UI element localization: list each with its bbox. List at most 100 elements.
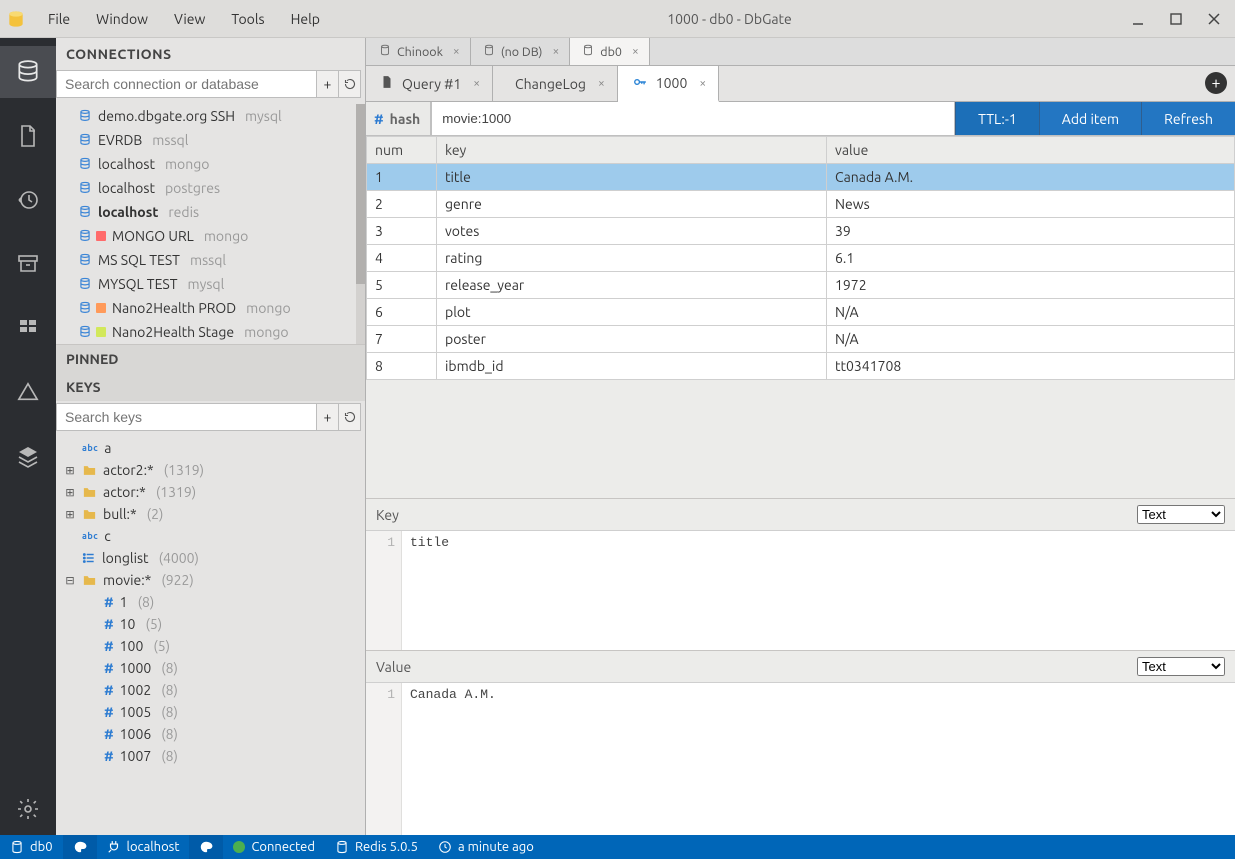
value-mode-select[interactable]: Text [1137,657,1225,676]
tab-close-icon[interactable]: × [632,45,639,58]
tree-item[interactable]: ⊞actor2:*(1319) [56,459,365,481]
tree-item[interactable]: ⊟movie:*(922) [56,569,365,591]
activity-archive-icon[interactable] [0,238,56,290]
connection-item[interactable]: Nano2Health Stagemongo [56,320,365,344]
ttl-button[interactable]: TTL:-1 [955,102,1039,135]
tree-item[interactable]: #1002(8) [56,679,365,701]
cell-key[interactable]: plot [437,299,827,326]
status-time[interactable]: a minute ago [428,835,544,859]
status-connection-state[interactable]: Connected [223,835,325,859]
activity-database-icon[interactable] [0,46,56,98]
tree-item[interactable]: #10(5) [56,613,365,635]
window-minimize-button[interactable] [1127,8,1149,30]
cell-key[interactable]: ibmdb_id [437,353,827,380]
col-key[interactable]: key [437,137,827,164]
document-tab[interactable]: Query #1× [366,66,493,101]
table-row[interactable]: 8ibmdb_idtt0341708 [367,353,1235,380]
window-maximize-button[interactable] [1165,8,1187,30]
keys-add-button[interactable]: + [317,403,339,431]
cell-value[interactable]: 6.1 [827,245,1235,272]
connection-tab[interactable]: (no DB)× [471,38,571,65]
activity-history-icon[interactable] [0,174,56,226]
table-row[interactable]: 4rating6.1 [367,245,1235,272]
tab-close-icon[interactable]: × [598,77,605,90]
table-row[interactable]: 5release_year1972 [367,272,1235,299]
cell-key[interactable]: poster [437,326,827,353]
cell-num[interactable]: 6 [367,299,437,326]
cell-key[interactable]: votes [437,218,827,245]
connections-search-input[interactable] [56,70,317,98]
cell-value[interactable]: N/A [827,326,1235,353]
activity-plugins-icon[interactable] [0,302,56,354]
tree-item[interactable]: ⊞actor:*(1319) [56,481,365,503]
value-editor[interactable]: 1 Canada A.M. [366,682,1235,835]
menu-view[interactable]: View [162,7,217,31]
tab-close-icon[interactable]: × [453,45,460,58]
cell-num[interactable]: 7 [367,326,437,353]
status-server[interactable]: Redis 5.0.5 [325,835,428,859]
value-editor-content[interactable]: Canada A.M. [402,683,504,835]
table-row[interactable]: 7posterN/A [367,326,1235,353]
cell-num[interactable]: 4 [367,245,437,272]
tree-item[interactable]: ⊞bull:*(2) [56,503,365,525]
connection-item[interactable]: demo.dbgate.org SSHmysql [56,104,365,128]
collapse-icon[interactable]: ⊟ [64,574,76,587]
cell-key[interactable]: release_year [437,272,827,299]
table-row[interactable]: 6plotN/A [367,299,1235,326]
tree-item[interactable]: #1005(8) [56,701,365,723]
status-palette-db[interactable] [63,835,97,859]
key-path-input[interactable] [431,102,955,135]
connection-item[interactable]: localhostmongo [56,152,365,176]
cell-value[interactable]: News [827,191,1235,218]
expand-icon[interactable]: ⊞ [64,508,76,521]
col-value[interactable]: value [827,137,1235,164]
cell-num[interactable]: 1 [367,164,437,191]
status-palette-host[interactable] [189,835,223,859]
tree-item[interactable]: abcc [56,525,365,547]
table-row[interactable]: 2genreNews [367,191,1235,218]
col-num[interactable]: num [367,137,437,164]
cell-value[interactable]: Canada A.M. [827,164,1235,191]
cell-num[interactable]: 5 [367,272,437,299]
tree-item[interactable]: #100(5) [56,635,365,657]
tree-item[interactable]: #1006(8) [56,723,365,745]
connection-item[interactable]: localhostredis [56,200,365,224]
connection-tab[interactable]: Chinook× [367,38,471,65]
key-editor-content[interactable]: title [402,531,457,650]
add-tab-button[interactable]: + [1205,72,1227,94]
menu-window[interactable]: Window [84,7,160,31]
menu-file[interactable]: File [36,7,82,31]
keys-search-input[interactable] [56,403,317,431]
connections-scrollbar[interactable] [356,104,365,344]
cell-value[interactable]: tt0341708 [827,353,1235,380]
connection-item[interactable]: MONGO URLmongo [56,224,365,248]
key-mode-select[interactable]: Text [1137,505,1225,524]
connection-item[interactable]: MS SQL TESTmssql [56,248,365,272]
cell-value[interactable]: 39 [827,218,1235,245]
table-row[interactable]: 1titleCanada A.M. [367,164,1235,191]
cell-num[interactable]: 2 [367,191,437,218]
tree-item[interactable]: longlist(4000) [56,547,365,569]
cell-key[interactable]: genre [437,191,827,218]
menu-tools[interactable]: Tools [219,7,276,31]
activity-layers-icon[interactable] [0,430,56,482]
expand-icon[interactable]: ⊞ [64,464,76,477]
connection-item[interactable]: EVRDBmssql [56,128,365,152]
cell-value[interactable]: 1972 [827,272,1235,299]
cell-key[interactable]: title [437,164,827,191]
add-item-button[interactable]: Add item [1039,102,1141,135]
tab-close-icon[interactable]: × [699,77,706,90]
status-database[interactable]: db0 [0,835,63,859]
table-row[interactable]: 3votes39 [367,218,1235,245]
connections-refresh-button[interactable] [339,70,361,98]
tab-close-icon[interactable]: × [552,45,559,58]
tree-item[interactable]: #1(8) [56,591,365,613]
window-close-button[interactable] [1203,8,1225,30]
activity-filter-icon[interactable] [0,366,56,418]
document-tab[interactable]: 1000× [618,66,719,102]
keys-refresh-button[interactable] [339,403,361,431]
connection-item[interactable]: Nano2Health PRODmongo [56,296,365,320]
menu-help[interactable]: Help [279,7,332,31]
cell-num[interactable]: 3 [367,218,437,245]
expand-icon[interactable]: ⊞ [64,486,76,499]
